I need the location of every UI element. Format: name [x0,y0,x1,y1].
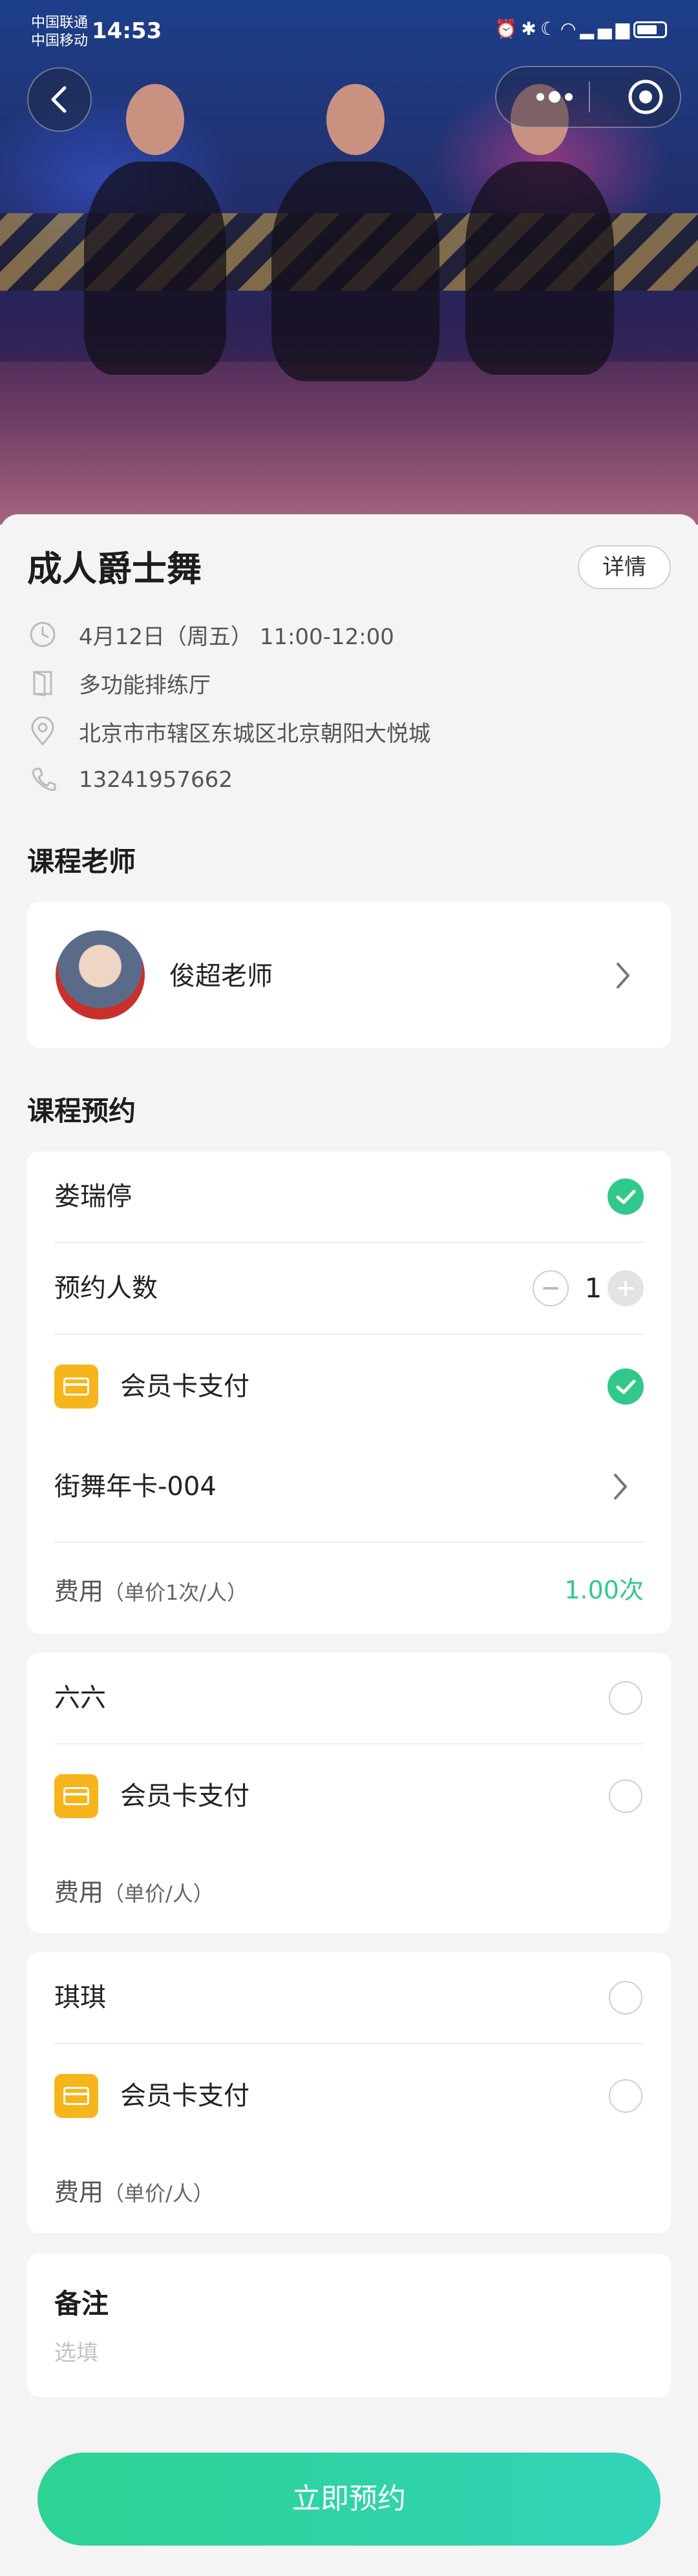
teacher-name: 俊超老师 [169,961,273,991]
course-datetime: 4月12日（周五） 11:00-12:00 [79,623,394,650]
fee-label: 费用 [54,1878,104,1907]
pay-unchecked-icon[interactable] [609,1779,642,1813]
course-title: 成人爵士舞 [27,549,202,589]
booking-section-heading: 课程预约 [27,1095,136,1127]
clock-icon [27,619,58,650]
divider [54,1542,644,1543]
member-unchecked-icon[interactable] [609,1981,642,2015]
pay-method-label: 会员卡支付 [120,1372,249,1401]
dancer-center [271,84,439,381]
member-card: 琪琪 会员卡支付 费用（单价/人） [27,1953,671,2233]
info-room: 多功能排练厅 [27,665,211,701]
wifi-icon: ◠ [560,18,580,39]
back-button[interactable] [27,67,92,132]
member-card-icon [54,1774,98,1818]
course-cover-image: 中国联通 中国移动 14:53 ⏰✱☾◠▂▄▆ [0,0,698,525]
member-unchecked-icon[interactable] [609,1681,642,1715]
pay-checked-icon[interactable] [608,1368,644,1405]
battery-icon [633,21,667,38]
status-icons: ⏰✱☾◠▂▄▆ [494,18,667,39]
info-phone[interactable]: 13241957662 [27,762,233,798]
info-address: 北京市市辖区东城区北京朝阳大悦城 [27,713,430,749]
member-row[interactable]: 琪琪 [54,1953,644,2043]
pay-method-row[interactable]: 会员卡支付 [54,2044,644,2148]
plus-icon [618,1281,633,1296]
pay-method-row[interactable]: 会员卡支付 [54,1744,644,1848]
carrier-1: 中国联通 [31,15,89,31]
course-phone[interactable]: 13241957662 [79,767,233,793]
chevron-right-icon [617,963,629,989]
member-card: 六六 会员卡支付 费用（单价/人） [27,1653,671,1933]
member-checked-icon[interactable] [608,1178,644,1215]
member-card-icon [54,2074,98,2118]
chevron-right-icon [614,1474,627,1500]
pay-method-row[interactable]: 会员卡支付 [54,1335,644,1438]
remark-heading: 备注 [54,2288,109,2319]
bluetooth-icon: ✱ [521,18,540,39]
dancer-right [465,84,614,375]
member-card-icon [54,1365,98,1408]
course-address: 北京市市辖区东城区北京朝阳大悦城 [79,720,430,747]
chevron-left-icon [51,86,67,113]
signal-icon: ▂▄▆ [580,18,633,39]
book-now-button[interactable]: 立即预约 [37,2453,661,2546]
pay-unchecked-icon[interactable] [609,2079,642,2113]
member-name: 琪琪 [54,1983,106,2013]
fee-row: 费用（单价1次/人） [54,1571,248,1607]
teacher-card[interactable]: 俊超老师 [27,902,671,1048]
pay-method-label: 会员卡支付 [120,1781,249,1811]
member-row[interactable]: 娄瑞停 [54,1151,644,1242]
fee-label: 费用 [54,2178,104,2206]
remark-input[interactable]: 选填 [54,2335,98,2367]
status-bar: 中国联通 中国移动 14:53 ⏰✱☾◠▂▄▆ [0,0,698,65]
card-name: 街舞年卡-004 [54,1472,217,1502]
fee-note: （单价/人） [103,1881,214,1906]
location-pin-icon [27,716,58,747]
more-icon[interactable] [522,67,587,127]
fee-row: 费用（单价/人） [54,2172,214,2208]
door-icon [27,667,58,698]
pay-method-label: 会员卡支付 [120,2081,249,2111]
phone-icon [27,764,58,795]
count-label: 预约人数 [54,1273,158,1303]
count-row: 预约人数 1 [54,1243,644,1334]
member-row[interactable]: 六六 [54,1653,644,1743]
capsule-divider [589,81,590,112]
fee-row: 费用（单价/人） [54,1872,214,1908]
member-name: 娄瑞停 [54,1182,132,1211]
info-datetime: 4月12日（周五） 11:00-12:00 [27,616,394,653]
member-card: 娄瑞停 预约人数 1 会员卡支付 街舞年卡-004 费用（单价1次/人） 1.0… [27,1151,671,1633]
detail-button[interactable]: 详情 [578,545,671,589]
decrement-button[interactable] [533,1270,569,1306]
teacher-avatar [56,930,145,1020]
status-time: 14:53 [92,18,162,44]
mini-program-capsule [495,66,681,128]
course-content: 成人爵士舞 详情 4月12日（周五） 11:00-12:00 多功能排练厅 北京… [0,514,698,2576]
alarm-icon: ⏰ [494,18,522,39]
fee-label: 费用 [54,1577,104,1606]
moon-icon: ☾ [540,18,560,39]
fee-note: （单价/人） [103,2181,214,2206]
teacher-section-heading: 课程老师 [27,846,136,877]
floor [0,362,698,525]
close-mini-program-icon[interactable] [617,67,675,127]
remark-card: 备注 选填 [27,2254,671,2397]
carrier-labels: 中国联通 中国移动 [31,14,88,50]
member-name: 六六 [54,1683,106,1713]
fee-note: （单价1次/人） [103,1580,248,1605]
count-value: 1 [584,1272,602,1304]
minus-icon [543,1287,558,1290]
dancer-left [84,84,226,375]
fee-value: 1.00次 [564,1576,644,1604]
carrier-2: 中国移动 [31,33,89,49]
increment-button[interactable] [608,1270,644,1306]
course-room: 多功能排练厅 [79,672,211,698]
card-select-row[interactable]: 街舞年卡-004 [54,1438,644,1535]
